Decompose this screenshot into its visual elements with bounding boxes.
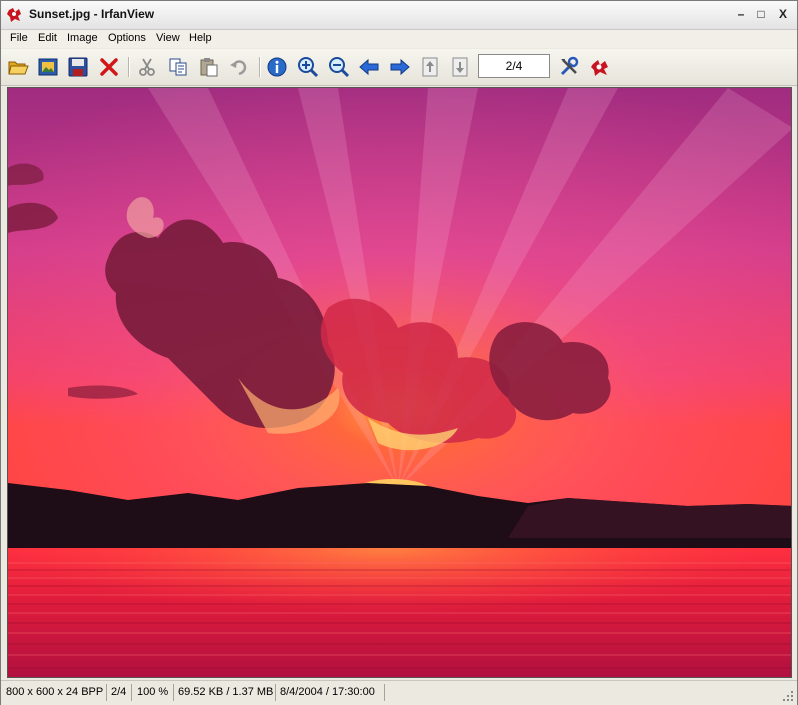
paste-button[interactable] xyxy=(196,54,222,80)
irfanview-app-icon xyxy=(7,8,21,22)
menu-bar: File Edit Image Options View Help xyxy=(1,30,797,48)
slideshow-button[interactable] xyxy=(35,54,61,80)
maximize-button[interactable]: □ xyxy=(754,7,768,21)
toolbar-separator xyxy=(259,57,261,77)
zoom-in-icon xyxy=(298,57,319,78)
menu-edit[interactable]: Edit xyxy=(38,32,57,44)
status-bar: 800 x 600 x 24 BPP 2/4 100 % 69.52 KB / … xyxy=(1,680,797,705)
status-dimensions: 800 x 600 x 24 BPP xyxy=(3,684,107,701)
sunset-image xyxy=(8,88,791,677)
settings-icon xyxy=(560,56,579,76)
toolbar-separator xyxy=(128,57,130,77)
menu-options[interactable]: Options xyxy=(108,32,146,44)
status-datetime: 8/4/2004 / 17:30:00 xyxy=(277,684,385,701)
copy-button[interactable] xyxy=(165,54,191,80)
open-button[interactable] xyxy=(5,54,31,80)
menu-file[interactable]: File xyxy=(10,32,28,44)
open-folder-icon xyxy=(8,61,29,75)
save-icon xyxy=(68,57,88,77)
irfanview-window: Sunset.jpg - IrfanView – □ X File Edit I… xyxy=(0,0,798,705)
status-page: 2/4 xyxy=(108,684,132,701)
page-indicator: 2/4 xyxy=(478,54,550,78)
copy-icon xyxy=(169,58,187,76)
undo-icon xyxy=(230,60,247,76)
about-button[interactable] xyxy=(587,54,613,80)
menu-image[interactable]: Image xyxy=(67,32,98,44)
info-icon xyxy=(267,57,287,77)
next-page-button[interactable] xyxy=(447,54,473,80)
title-bar[interactable]: Sunset.jpg - IrfanView – □ X xyxy=(1,1,797,30)
first-page-icon xyxy=(422,57,438,77)
status-zoom: 100 % xyxy=(134,684,174,701)
image-viewport[interactable] xyxy=(7,87,792,678)
zoom-out-icon xyxy=(329,57,350,78)
delete-button[interactable] xyxy=(96,54,122,80)
zoom-out-button[interactable] xyxy=(326,54,352,80)
save-button[interactable] xyxy=(65,54,91,80)
next-image-button[interactable] xyxy=(387,54,413,80)
previous-image-button[interactable] xyxy=(356,54,382,80)
zoom-in-button[interactable] xyxy=(295,54,321,80)
resize-grip-icon[interactable] xyxy=(782,690,794,702)
status-filesize: 69.52 KB / 1.37 MB xyxy=(175,684,276,701)
delete-icon xyxy=(100,58,118,76)
previous-icon xyxy=(359,58,379,76)
properties-button[interactable] xyxy=(556,54,582,80)
menu-help[interactable]: Help xyxy=(189,32,212,44)
info-button[interactable] xyxy=(264,54,290,80)
cut-button[interactable] xyxy=(134,54,160,80)
last-page-icon xyxy=(452,57,468,77)
previous-page-button[interactable] xyxy=(417,54,443,80)
menu-view[interactable]: View xyxy=(156,32,180,44)
irfanview-logo-icon xyxy=(591,60,608,76)
window-title: Sunset.jpg - IrfanView xyxy=(29,7,155,21)
undo-button[interactable] xyxy=(226,54,252,80)
paste-icon xyxy=(200,58,218,77)
cut-icon xyxy=(139,58,155,76)
toolbar xyxy=(1,49,797,86)
slideshow-icon xyxy=(38,58,58,76)
minimize-button[interactable]: – xyxy=(734,7,748,21)
close-button[interactable]: X xyxy=(776,7,790,21)
next-icon xyxy=(390,58,410,76)
